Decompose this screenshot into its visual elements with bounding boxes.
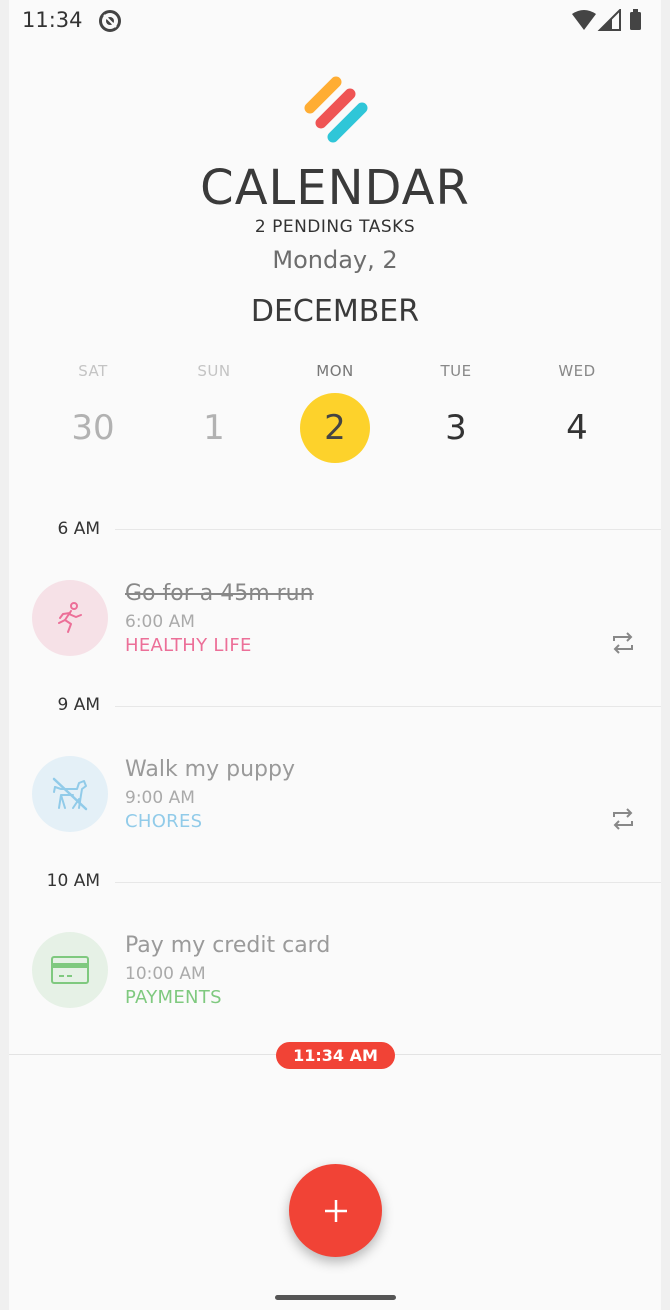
- task-time: 9:00 AM: [125, 788, 195, 808]
- day-name: TUE: [440, 362, 472, 380]
- credit-card-icon: [32, 932, 108, 1008]
- day-name: MON: [316, 362, 354, 380]
- status-time: 11:34: [22, 8, 83, 32]
- task-time: 10:00 AM: [125, 964, 206, 984]
- day-number: 4: [566, 408, 588, 448]
- running-person-icon: [32, 580, 108, 656]
- task-title: Walk my puppy: [125, 757, 295, 782]
- day-name: SAT: [78, 362, 108, 380]
- hour-divider: [115, 529, 661, 530]
- task-category: CHORES: [125, 811, 203, 832]
- task-item-credit-card[interactable]: Pay my credit card 10:00 AM PAYMENTS: [32, 932, 661, 1010]
- day-sun[interactable]: SUN 1: [159, 362, 269, 463]
- plus-icon: [324, 1199, 347, 1222]
- task-item-puppy[interactable]: Walk my puppy 9:00 AM CHORES: [32, 756, 661, 834]
- selected-date: Monday, 2: [272, 246, 398, 274]
- day-number: 2: [300, 393, 370, 463]
- day-number: 3: [445, 408, 467, 448]
- app-logo-icon: [304, 76, 368, 143]
- day-number: 30: [71, 408, 115, 448]
- hour-label: 9 AM: [57, 695, 100, 715]
- hour-label: 10 AM: [46, 871, 100, 891]
- signal-icon: [597, 9, 621, 31]
- current-time-badge: 11:34 AM: [276, 1042, 395, 1069]
- dog-icon: [32, 756, 108, 832]
- day-name: WED: [558, 362, 596, 380]
- task-title: Go for a 45m run: [125, 581, 314, 606]
- pending-tasks-count: 2 PENDING TASKS: [254, 217, 416, 237]
- task-item-run[interactable]: Go for a 45m run 6:00 AM HEALTHY LIFE: [32, 580, 661, 658]
- gesture-nav-handle[interactable]: [275, 1295, 396, 1300]
- repeat-icon[interactable]: [611, 808, 635, 830]
- hour-divider: [115, 882, 661, 883]
- task-title: Pay my credit card: [125, 933, 331, 958]
- status-icons: [572, 9, 641, 31]
- status-bar: 11:34: [0, 0, 670, 40]
- task-time: 6:00 AM: [125, 612, 195, 632]
- battery-icon: [630, 9, 641, 30]
- add-task-button[interactable]: [289, 1164, 382, 1257]
- wifi-icon: [572, 10, 596, 30]
- repeat-icon[interactable]: [611, 632, 635, 654]
- task-category: PAYMENTS: [125, 987, 222, 1008]
- hour-divider: [115, 706, 661, 707]
- do-not-disturb-icon: [99, 10, 121, 32]
- hour-label: 6 AM: [57, 519, 100, 539]
- day-tue[interactable]: TUE 3: [401, 362, 511, 463]
- page-title: CALENDAR: [200, 160, 470, 216]
- day-sat[interactable]: SAT 30: [38, 362, 148, 463]
- month-label: DECEMBER: [250, 294, 420, 329]
- day-wed[interactable]: WED 4: [522, 362, 632, 463]
- day-mon-selected[interactable]: MON 2: [280, 362, 390, 463]
- day-number: 1: [203, 408, 225, 448]
- task-category: HEALTHY LIFE: [125, 635, 252, 656]
- day-name: SUN: [197, 362, 231, 380]
